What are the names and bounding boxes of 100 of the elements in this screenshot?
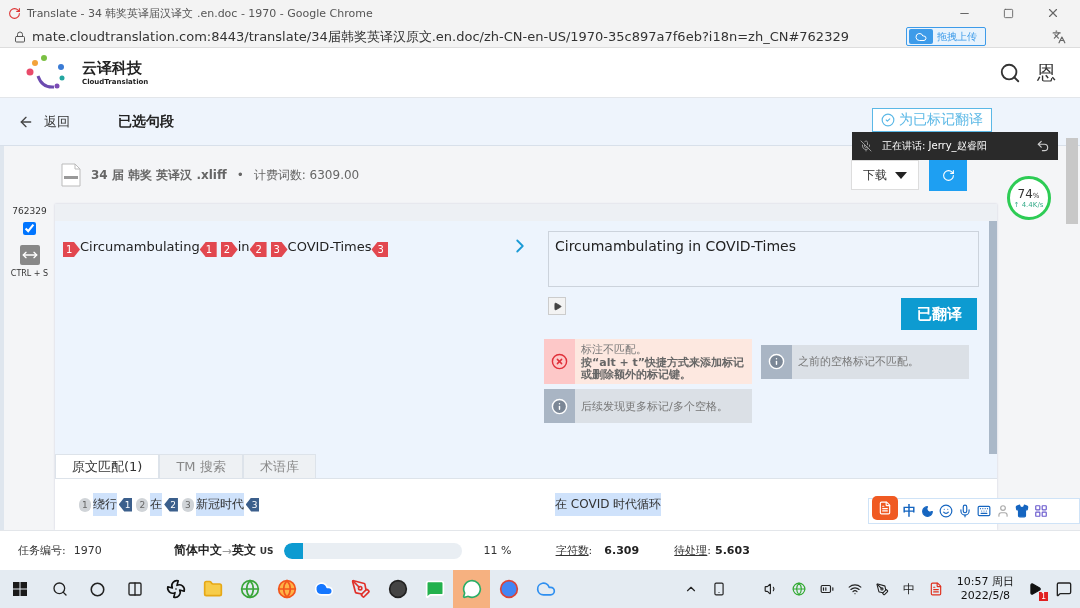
task-number: 1970 — [73, 544, 103, 557]
segment-id: 762329 — [12, 206, 47, 216]
tag-marker: 1 — [63, 242, 80, 257]
address-field[interactable]: mate.cloudtranslation.com:8443/translate/34届韩奖英译汉原文.en.doc/zh-CN-en-US/1970-35c897a7f6eb?i18n=zh_CN#762329 — [32, 27, 849, 46]
translate-icon[interactable] — [1052, 29, 1066, 44]
circle-icon — [498, 579, 519, 599]
moon-icon[interactable] — [921, 504, 934, 518]
loading-icon — [8, 6, 21, 20]
battery-icon[interactable] — [819, 582, 834, 596]
split-icon[interactable] — [19, 245, 40, 265]
circle-icon — [387, 579, 408, 599]
globe-icon — [276, 579, 297, 599]
tag-marker: 3 — [270, 242, 288, 257]
message-title: 之前的空格标记不匹配。 — [798, 354, 920, 369]
clock-time: 10:57 周日 — [956, 575, 1014, 589]
tag-marker: 2 — [220, 242, 238, 257]
notification-badge: 1 — [1038, 592, 1048, 601]
word-count: 计费词数: 6309.00 — [253, 166, 360, 184]
search-icon[interactable] — [52, 581, 68, 597]
scrollbar[interactable] — [1066, 138, 1078, 224]
download-button[interactable]: 下载 — [851, 160, 919, 190]
message-title: 后续发现更多标记/多个空格。 — [581, 398, 729, 414]
grid-icon[interactable] — [1034, 504, 1048, 518]
refresh-icon — [941, 168, 955, 182]
notification-icon[interactable] — [1056, 581, 1072, 597]
panel-tab[interactable]: 原文匹配(1) — [55, 454, 160, 478]
search-icon[interactable] — [999, 61, 1021, 84]
file-name: 34 届 韩奖 英译汉 .xliff — [91, 166, 227, 184]
start-icon[interactable] — [12, 581, 28, 597]
keyboard-icon[interactable] — [977, 504, 991, 518]
mic-off-icon — [860, 140, 872, 152]
source-text: Circumambulating — [80, 239, 200, 254]
colon: : — [707, 544, 711, 557]
shortcut-label: CTRL + S — [10, 269, 49, 278]
tag-marker: 2 — [164, 497, 178, 512]
input-language[interactable]: 中 — [902, 580, 915, 598]
tag-marker: 2 — [136, 497, 149, 512]
close-icon[interactable] — [1046, 6, 1060, 20]
shirt-icon[interactable] — [1015, 504, 1029, 518]
lock-icon — [14, 30, 26, 43]
scrollbar[interactable] — [989, 221, 997, 454]
globe-icon — [239, 579, 260, 599]
wifi-icon[interactable] — [847, 582, 862, 596]
task-label: 任务编号: — [18, 543, 66, 558]
message-title: 标注不匹配。 — [581, 342, 648, 356]
ime-language[interactable]: 中 — [903, 502, 916, 520]
play-icon — [552, 301, 562, 311]
chat-icon — [424, 579, 445, 599]
speaking-label: 正在讲话: Jerry_赵睿阳 — [882, 139, 987, 153]
language-region: US — [259, 545, 274, 556]
maximize-icon[interactable] — [1003, 7, 1014, 19]
circle-icon[interactable] — [90, 581, 105, 597]
chars-label: 字符数 — [555, 543, 589, 558]
tag-marker: 1 — [199, 242, 217, 257]
brand-name: 云译科技 — [82, 59, 143, 78]
match-text: 绕行 — [92, 493, 117, 516]
check-circle-icon — [881, 112, 895, 127]
user-name[interactable]: 恩 — [1037, 59, 1056, 86]
source-text: in — [237, 239, 250, 254]
separator-dot: • — [236, 168, 244, 182]
colon: : — [588, 544, 593, 557]
page-title: 已选句段 — [118, 112, 174, 131]
tag-button[interactable] — [548, 297, 566, 315]
error-icon — [551, 353, 568, 370]
clock-date: 2022/5/8 — [960, 589, 1011, 603]
undo-icon[interactable] — [1036, 139, 1050, 153]
tag-marker: 3 — [181, 497, 194, 512]
pen-icon — [350, 579, 371, 599]
info-icon — [768, 353, 785, 370]
fan-icon — [165, 579, 186, 599]
source-text: COVID-Times — [287, 239, 372, 254]
pen-icon[interactable] — [875, 582, 889, 596]
folder-icon — [202, 579, 223, 599]
clock[interactable]: 10:57 周日 2022/5/8 — [956, 575, 1014, 603]
task-view-icon[interactable] — [127, 581, 143, 597]
window-title: Translate - 34 韩奖英译届汉译文 .en.doc - 1970 - Google Chrome — [27, 5, 373, 21]
match-text: 在 — [150, 493, 163, 516]
source-language: 简体中文 — [173, 542, 222, 559]
cloud-icon — [915, 30, 927, 43]
cloud-icon — [313, 579, 334, 599]
tag-marker: 3 — [371, 242, 389, 257]
tag-marker: 1 — [118, 497, 133, 512]
mic-icon[interactable] — [958, 504, 972, 518]
match-text: 新冠时代 — [195, 493, 244, 516]
message-detail: 按“alt + t”快捷方式来添加标记或删除额外的标记键。 — [581, 357, 746, 381]
arrow-icon: → — [221, 543, 232, 558]
back-link[interactable]: 返回 — [44, 112, 70, 131]
chat-bubble-icon — [461, 579, 482, 599]
refresh-button[interactable] — [929, 159, 967, 191]
tag-marker: 2 — [249, 242, 267, 257]
tag-marker: 3 — [245, 497, 260, 512]
target-field[interactable]: Circumambulating in COVID-Times — [548, 231, 979, 287]
pending-count: 5.603 — [715, 544, 750, 557]
smile-icon[interactable] — [939, 504, 953, 518]
match-translation: 在 COVID 时代循环 — [555, 493, 662, 516]
tag-marker: 1 — [79, 497, 91, 512]
chars-count: 6.309 — [604, 544, 641, 557]
segment-checkbox[interactable] — [23, 222, 36, 235]
file-icon — [61, 163, 81, 187]
phone-icon[interactable] — [711, 582, 726, 596]
